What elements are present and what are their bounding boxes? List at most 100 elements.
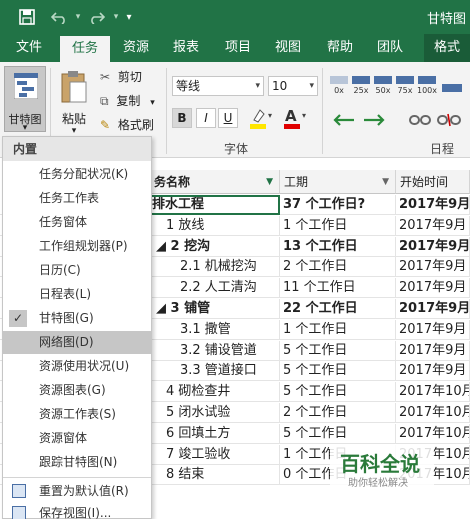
column-header-duration[interactable]: 工期 ▼ [280,170,396,194]
duration-cell[interactable]: 5 个工作日 [280,423,396,444]
menu-footer-item[interactable]: 重置为默认值(R) [3,480,151,503]
duration-cell[interactable]: 5 个工作日 [280,340,396,361]
font-name-combo[interactable]: 等线 ▾ [172,76,264,96]
percent-50-button[interactable]: 50x [372,76,394,95]
menu-item[interactable]: 跟踪甘特图(N) [3,451,151,474]
menu-footer-item[interactable]: 保存视图(I)... [3,502,151,519]
tab-report[interactable]: 报表 [166,34,206,62]
menu-item[interactable]: 资源图表(G) [3,379,151,402]
unlink-tasks-button[interactable] [436,110,462,130]
undo-dropdown-icon[interactable]: ▾ [72,6,84,28]
start-cell[interactable]: 2017年9月 [396,257,470,278]
tab-task[interactable]: 任务 [60,36,110,62]
menu-item-label: 日程表(L) [39,287,92,301]
watermark: 百科全说 助你轻松解决 [330,444,434,494]
redo-icon[interactable] [86,6,108,28]
indent-button[interactable] [360,110,388,130]
duration-cell[interactable]: 2 个工作日 [280,403,396,423]
undo-icon[interactable] [48,6,70,28]
duration-cell[interactable]: 2 个工作日 [280,257,396,278]
highlight-color-button[interactable]: ▾ [248,106,274,130]
menu-item-label: 甘特图(G) [39,311,94,325]
task-name-cell[interactable]: 7 竣工验收 [150,444,280,465]
tab-help[interactable]: 帮助 [320,34,360,62]
start-cell[interactable]: 2017年9月1日 [396,195,470,215]
customize-quick-access-icon[interactable]: ▾ [122,6,136,28]
tab-project[interactable]: 项目 [218,34,258,62]
percent-label: 50x [375,86,391,95]
menu-item-label: 任务窗体 [39,215,88,229]
tab-file[interactable]: 文件 [6,34,52,62]
task-name-cell[interactable]: 8 结束 [150,465,280,486]
bold-button[interactable]: B [172,108,192,128]
start-cell[interactable]: 2017年10月 [396,403,470,423]
task-name-cell[interactable]: 6 回填土方 [150,423,280,444]
menu-item-label: 任务分配状况(K) [39,167,129,181]
task-name-cell[interactable]: 2.1 机械挖沟 [150,257,280,278]
percent-0-button[interactable]: 0x [328,76,350,95]
task-name-cell[interactable]: ◢ 3 铺管 [150,299,280,319]
menu-item[interactable]: 网络图(D) [3,331,151,354]
duration-cell[interactable]: 37 个工作日? [280,195,396,215]
menu-item[interactable]: 任务工作表 [3,187,151,210]
menu-item[interactable]: 资源工作表(S) [3,403,151,426]
menu-item[interactable]: 资源使用状况(U) [3,355,151,378]
task-name-cell[interactable]: 3.3 管道接口 [150,361,280,382]
format-painter-button[interactable]: ✎ 格式刷 [100,116,154,134]
italic-button[interactable]: I [196,108,216,128]
duration-cell[interactable]: 5 个工作日 [280,361,396,382]
menu-item[interactable]: 日程表(L) [3,283,151,306]
column-header-start[interactable]: 开始时间 [396,170,470,194]
task-name-cell[interactable]: 1 放线 [150,215,280,236]
duration-cell[interactable]: 13 个工作日 [280,236,396,257]
start-cell[interactable]: 2017年9月 [396,236,470,257]
menu-item[interactable]: 资源窗体 [3,427,151,450]
gantt-chart-button[interactable]: 甘特图 ▾ [4,66,46,133]
duration-cell[interactable]: 11 个工作日 [280,278,396,299]
start-cell[interactable]: 2017年10月 [396,423,470,444]
start-cell[interactable]: 2017年9月 [396,278,470,299]
task-name-cell[interactable]: 排水工程 [150,195,280,215]
column-header-task-name[interactable]: 务名称 ▼ [150,170,280,194]
tab-format[interactable]: 格式 [424,34,470,62]
menu-item[interactable]: 工作组规划器(P) [3,235,151,258]
start-cell[interactable]: 2017年9月 [396,319,470,340]
copy-button[interactable]: ⧉ 复制 ▾ [100,92,155,110]
font-color-button[interactable]: A ▾ [282,106,308,130]
task-name-cell[interactable]: ◢ 2 挖沟 [150,236,280,257]
start-cell[interactable]: 2017年9月 [396,299,470,319]
task-name-cell[interactable]: 2.2 人工清沟 [150,278,280,299]
task-name-cell[interactable]: 3.2 铺设管道 [150,340,280,361]
paste-button[interactable]: 粘贴 ▾ [56,70,92,136]
column-header-label: 工期 [284,175,309,189]
percent-75-button[interactable]: 75x [394,76,416,95]
task-name-cell[interactable]: 3.1 撒管 [150,319,280,340]
duration-cell[interactable]: 1 个工作日 [280,215,396,236]
percent-25-button[interactable]: 25x [350,76,372,95]
outdent-button[interactable] [330,110,358,130]
percent-100-button[interactable]: 100x [416,76,438,95]
start-cell[interactable]: 2017年9月 [396,340,470,361]
tab-view[interactable]: 视图 [268,34,308,62]
menu-item[interactable]: 任务分配状况(K) [3,163,151,186]
menu-item[interactable]: 日历(C) [3,259,151,282]
task-name-cell[interactable]: 4 砌检查井 [150,382,280,403]
redo-dropdown-icon[interactable]: ▾ [110,6,122,28]
start-cell[interactable]: 2017年9月 [396,361,470,382]
save-icon[interactable] [16,6,38,28]
cut-button[interactable]: ✂ 剪切 [100,68,142,86]
schedule-tool-button[interactable] [440,76,466,100]
link-tasks-button[interactable] [408,110,432,130]
tab-resource[interactable]: 资源 [116,34,156,62]
duration-cell[interactable]: 5 个工作日 [280,382,396,403]
menu-item[interactable]: ✓ 甘特图(G) [3,307,151,330]
duration-cell[interactable]: 1 个工作日 [280,319,396,340]
font-size-combo[interactable]: 10 ▾ [268,76,318,96]
underline-button[interactable]: U [218,108,238,128]
start-cell[interactable]: 2017年10月 [396,382,470,403]
tab-team[interactable]: 团队 [370,34,410,62]
duration-cell[interactable]: 22 个工作日 [280,299,396,319]
menu-item[interactable]: 任务窗体 [3,211,151,234]
start-cell[interactable]: 2017年9月 [396,215,470,236]
task-name-cell[interactable]: 5 闭水试验 [150,403,280,423]
